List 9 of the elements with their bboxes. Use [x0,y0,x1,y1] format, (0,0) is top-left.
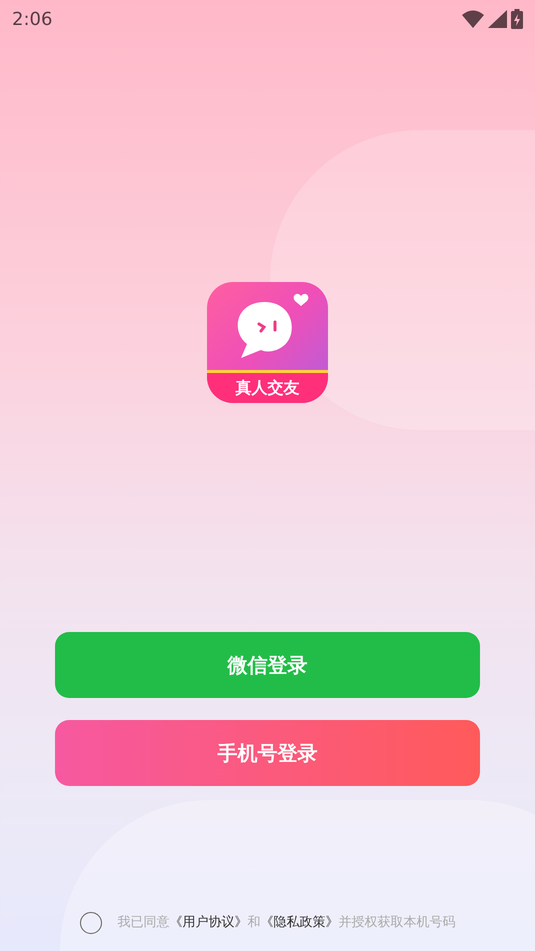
logo-caption: 真人交友 [236,377,300,399]
battery-charging-icon [511,9,523,29]
agreement-text: 我已同意《用户协议》和《隐私政策》并授权获取本机号码 [118,914,456,932]
agreement-link[interactable]: 《用户协议》 [170,915,248,930]
signal-icon [488,10,507,28]
agreement-link[interactable]: 《隐私政策》 [260,915,338,930]
agreement-checkbox[interactable] [80,912,102,934]
status-time: 2:06 [12,8,52,32]
wifi-icon [462,10,484,28]
